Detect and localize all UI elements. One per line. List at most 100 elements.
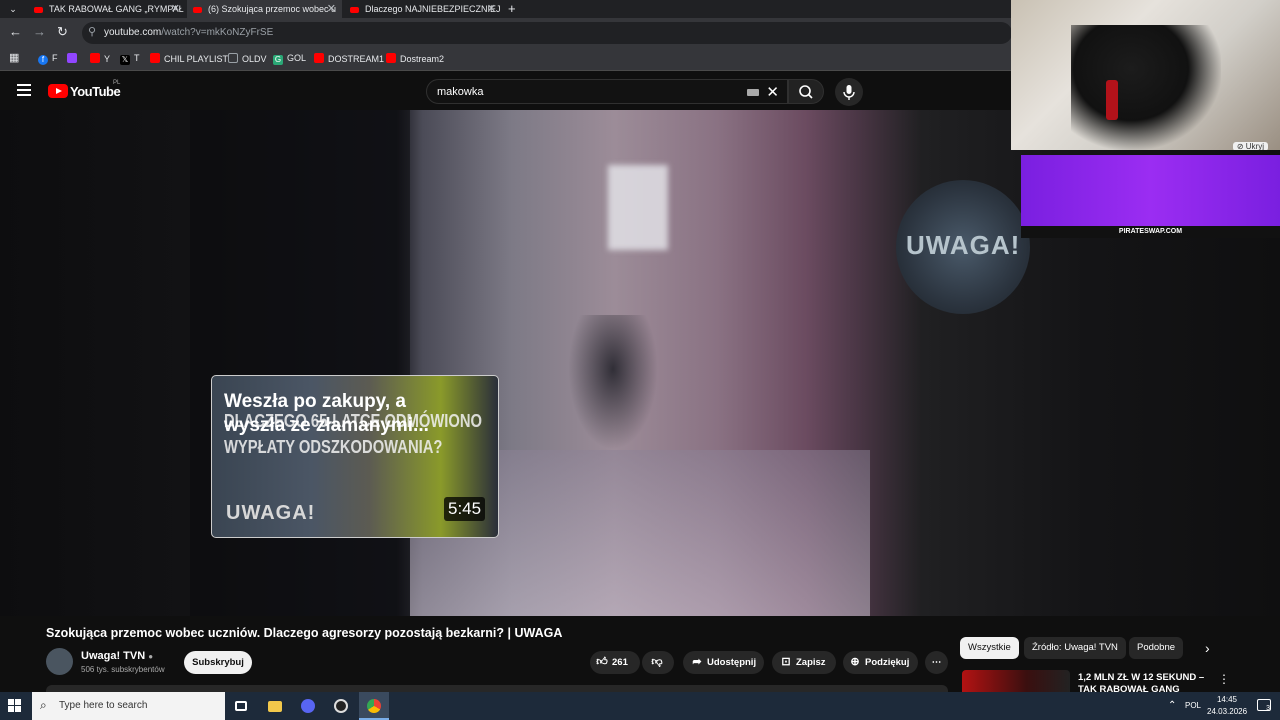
like-button[interactable]: 👍︎ 261	[590, 651, 640, 674]
tab-title: TAK RABOWAŁ GANG „RYMPAŁ	[49, 4, 184, 14]
search-button[interactable]	[788, 79, 824, 104]
apps-icon[interactable]: ▦	[9, 51, 19, 64]
keyboard-icon[interactable]	[747, 89, 759, 96]
more-icon[interactable]: ⋮	[1218, 672, 1230, 686]
hide-button[interactable]: ⊘ Ukryj	[1232, 142, 1268, 150]
voice-search-button[interactable]	[835, 78, 863, 106]
streamer	[1071, 25, 1221, 150]
file-explorer-icon[interactable]	[260, 692, 290, 720]
share-button[interactable]: ➦ Udostępnij	[683, 651, 764, 674]
close-icon[interactable]: ✕	[487, 0, 496, 18]
back-icon[interactable]: ←	[9, 24, 22, 39]
recommended-thumbnail[interactable]	[962, 670, 1070, 692]
region-label: PL	[113, 80, 121, 86]
search-query: makowka	[437, 86, 484, 98]
logo-text: YouTube	[70, 84, 121, 99]
windows-taskbar: ⌕ Type here to search ⌃ POL 14:45 24.03.…	[0, 692, 1280, 720]
card-brand: UWAGA!	[226, 502, 316, 524]
forward-icon[interactable]: →	[33, 24, 46, 39]
video-scene-window	[608, 165, 668, 250]
search-input[interactable]: makowka ✕	[426, 79, 788, 104]
chrome-icon[interactable]	[359, 692, 389, 720]
dislike-button[interactable]: 👎︎	[642, 651, 674, 674]
badge-text: UWAGA!	[906, 230, 1021, 260]
taskbar-search-input[interactable]: ⌕ Type here to search	[32, 692, 225, 720]
chip-all[interactable]: Wszystkie	[960, 637, 1019, 659]
tab-title: (6) Szokująca przemoc wobec u	[208, 4, 337, 14]
obs-icon[interactable]	[326, 692, 356, 720]
avatar[interactable]	[46, 648, 73, 675]
new-tab-button[interactable]: +	[508, 0, 516, 17]
windows-start-icon[interactable]	[8, 699, 22, 713]
youtube-icon	[193, 6, 202, 13]
card-title: Weszła po zakupy, a wyszła ze złamanymi.…	[224, 391, 429, 436]
tab-search-button[interactable]: ⌄	[4, 0, 22, 18]
youtube-header: YouTube PL makowka ✕	[0, 72, 1010, 110]
menu-icon[interactable]	[17, 84, 31, 96]
folder-icon	[228, 53, 238, 63]
reload-icon[interactable]: ↻	[57, 24, 68, 40]
save-button[interactable]: ⊡ Zapisz	[772, 651, 836, 674]
close-icon[interactable]: ✕	[171, 0, 180, 18]
discord-icon[interactable]	[293, 692, 323, 720]
search-placeholder: Type here to search	[59, 700, 148, 711]
tab-1[interactable]: TAK RABOWAŁ GANG „RYMPAŁ ✕	[28, 0, 186, 18]
youtube-icon	[34, 6, 43, 13]
bookmark-gol[interactable]: G GOL	[273, 53, 306, 65]
more-actions-button[interactable]: ⋯	[925, 651, 948, 674]
tab-title: Dlaczego NAJNIEBEZPIECZNIEJ	[365, 4, 501, 14]
bookmark-chil-playlist[interactable]: CHIL PLAYLIST	[150, 53, 228, 64]
site-info-icon[interactable]: ⚲	[88, 25, 96, 38]
x-icon: 𝕏	[120, 55, 130, 65]
clear-icon[interactable]: ✕	[766, 83, 779, 101]
bookmark-icon: ⊡	[781, 656, 791, 668]
chevron-right-icon[interactable]: ›	[1205, 640, 1210, 656]
bookmark-dostream1[interactable]: DOSTREAM1	[314, 53, 384, 64]
notification-icon[interactable]: 3	[1257, 699, 1271, 712]
language-indicator[interactable]: POL	[1185, 701, 1201, 710]
chip-related[interactable]: Podobne	[1129, 637, 1184, 659]
verified-icon: ●	[148, 652, 154, 661]
bookmark-f[interactable]: fF	[38, 53, 58, 65]
bookmark-t[interactable]: 𝕏T	[120, 53, 140, 65]
search-icon	[799, 85, 813, 99]
webcam-overlay: ⊘ Ukryj	[1011, 0, 1280, 150]
facebook-icon: f	[38, 55, 48, 65]
url-bar[interactable]: ⚲ youtube.com/watch?v=mkKoNZyFrSE	[82, 22, 1012, 44]
sponsor-banner: PIRATESWAP.COM	[1021, 155, 1280, 238]
mic-icon	[843, 85, 855, 100]
video-scene-figure	[568, 315, 658, 450]
close-icon[interactable]: ✕	[327, 0, 336, 18]
bookmark-y[interactable]: Y	[90, 53, 110, 64]
channel-name[interactable]: Uwaga! TVN ●	[81, 650, 153, 662]
search-icon: ⌕	[40, 698, 47, 712]
youtube-icon	[314, 53, 324, 63]
clock[interactable]: 14:45 24.03.2026	[1207, 694, 1247, 718]
channel-end-screen-badge[interactable]: UWAGA!	[896, 180, 1030, 314]
thumbs-up-icon: 👍︎	[596, 656, 608, 668]
tray-chevron-icon[interactable]: ⌃	[1168, 700, 1176, 711]
end-screen-video-card[interactable]: DLACZEGO 65-LATCE ODMÓWIONO WYPŁATY ODSZ…	[211, 375, 499, 538]
thumbs-down-icon: 👎︎	[651, 656, 663, 668]
youtube-icon	[150, 53, 160, 63]
youtube-icon	[350, 6, 359, 13]
bookmark-oldv[interactable]: OLDV	[228, 53, 267, 64]
task-view-icon[interactable]	[226, 692, 256, 720]
youtube-logo[interactable]: YouTube PL	[48, 80, 121, 99]
chip-source[interactable]: Źródło: Uwaga! TVN	[1024, 637, 1126, 659]
card-duration: 5:45	[444, 497, 486, 521]
tab-3[interactable]: Dlaczego NAJNIEBEZPIECZNIEJ ✕	[344, 0, 502, 18]
youtube-icon	[386, 53, 396, 63]
url-text: youtube.com/watch?v=mkKoNZyFrSE	[104, 27, 274, 38]
thanks-icon: ⊕	[850, 656, 860, 668]
bookmark-dostream2[interactable]: Dostream2	[386, 53, 444, 64]
thanks-button[interactable]: ⊕ Podziękuj	[843, 651, 918, 674]
more-icon: ⋯	[931, 657, 942, 668]
microphone	[1106, 80, 1118, 120]
share-icon: ➦	[692, 656, 702, 668]
subscriber-count: 506 tys. subskrybentów	[81, 665, 165, 674]
bookmark-twitch[interactable]	[67, 53, 81, 64]
subscribe-button[interactable]: Subskrybuj	[184, 651, 252, 674]
tab-2[interactable]: (6) Szokująca przemoc wobec u ✕	[187, 0, 342, 18]
video-title: Szokująca przemoc wobec uczniów. Dlaczeg…	[46, 626, 563, 640]
